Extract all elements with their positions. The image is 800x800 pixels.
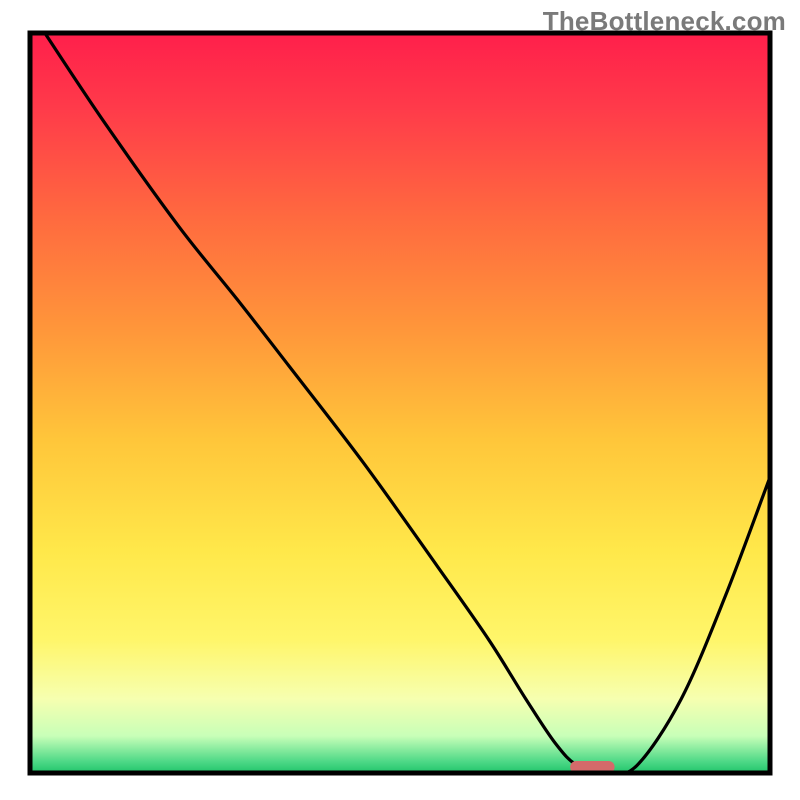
bottleneck-chart — [0, 0, 800, 800]
chart-frame: TheBottleneck.com — [0, 0, 800, 800]
watermark-text: TheBottleneck.com — [543, 6, 786, 37]
chart-background-gradient — [30, 33, 770, 773]
